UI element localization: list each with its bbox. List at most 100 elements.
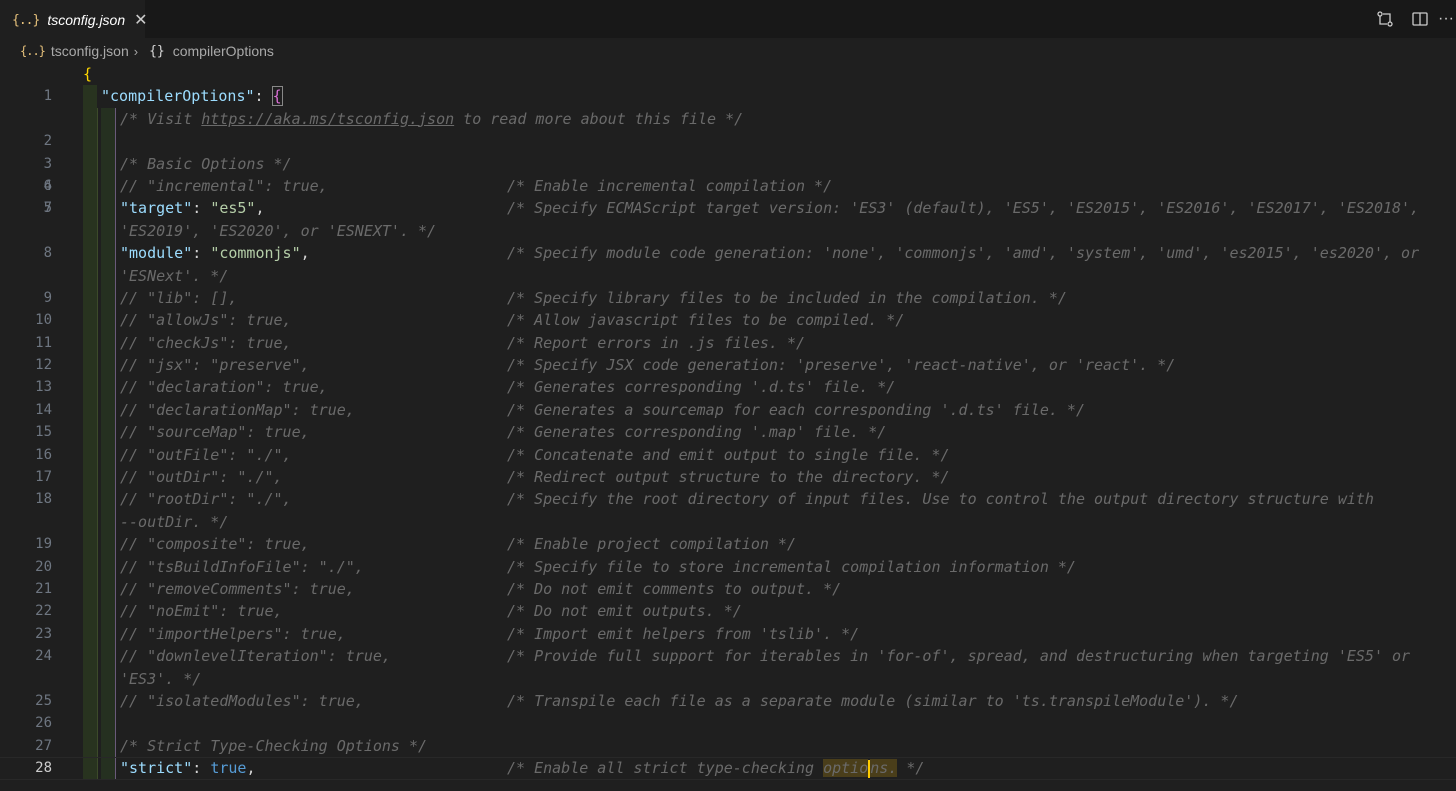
- code-line: 'ESNext'. */: [0, 264, 1456, 287]
- code-line: 14 // "declarationMap": true, /* Generates…: [0, 398, 1456, 422]
- wrapped-comment: 'ES2019', 'ES2020', or 'ESNEXT'. */: [120, 221, 437, 240]
- option-comment: /* Specify library files to be included …: [507, 288, 1067, 307]
- code-line: 28 "strict": true, /* Enable all strict ty…: [0, 757, 1456, 780]
- line-number: 12: [35, 357, 52, 374]
- more-actions-icon[interactable]: ···: [1436, 8, 1456, 30]
- option-code: "strict": true,: [120, 759, 256, 778]
- object-symbol-icon: {}: [149, 43, 165, 59]
- option-code: // "outDir": "./",: [120, 468, 283, 487]
- compiler-options-key: "compilerOptions": [101, 87, 255, 106]
- wrapped-comment: --outDir. */: [120, 512, 229, 531]
- option-comment: /* Enable all strict type-checking optio…: [507, 759, 925, 778]
- option-code: // "declarationMap": true,: [120, 400, 355, 419]
- code-line: 'ES2019', 'ES2020', or 'ESNEXT'. */: [0, 219, 1456, 243]
- line-number: 23: [35, 625, 52, 642]
- chevron-right-icon: ›: [133, 43, 139, 59]
- comment-text: /* Strict Type-Checking Options */: [120, 736, 428, 755]
- option-code: // "downlevelIteration": true,: [120, 647, 391, 666]
- option-code: // "tsBuildInfoFile": "./",: [120, 557, 364, 576]
- option-comment: /* Generates a sourcemap for each corres…: [507, 400, 1085, 419]
- code-line: --outDir. */: [0, 510, 1456, 534]
- option-comment: /* Enable incremental compilation */: [507, 176, 833, 195]
- option-comment: /* Specify file to store incremental com…: [507, 557, 1076, 576]
- code-line: 'ES3'. */: [0, 667, 1456, 690]
- line-number: 24: [35, 648, 52, 665]
- option-comment: /* Do not emit comments to output. */: [507, 579, 842, 598]
- option-code: // "composite": true,: [120, 535, 310, 554]
- code-line: 19 // "composite": true, /* Enable project…: [0, 533, 1456, 556]
- option-comment: /* Generates corresponding '.d.ts' file.…: [507, 378, 896, 397]
- option-code: "target": "es5",: [120, 199, 265, 218]
- line-number: 14: [35, 401, 52, 418]
- code-line: 21 // "removeComments": true, /* Do not em…: [0, 577, 1456, 601]
- code-line: 9 // "lib": [], /* Specify library files t…: [0, 286, 1456, 310]
- code-line: 12 // "jsx": "preserve", /* Specify JSX co…: [0, 354, 1456, 377]
- line-number: 25: [35, 692, 52, 709]
- option-code: // "sourceMap": true,: [120, 423, 310, 442]
- line-number: 18: [35, 491, 52, 508]
- option-code: // "noEmit": true,: [120, 602, 283, 621]
- tab-tsconfig[interactable]: {..} tsconfig.json ✕: [0, 0, 148, 39]
- code-line: 2 "compilerOptions": {: [43, 85, 283, 150]
- line-number: 20: [35, 558, 52, 575]
- code-line: 18 // "rootDir": "./", /* Specify the root…: [0, 488, 1456, 511]
- code-line: 16 // "outFile": "./", /* Concatenate and …: [0, 443, 1456, 467]
- code-line: 15 // "sourceMap": true, /* Generates corr…: [0, 421, 1456, 444]
- git-compare-icon[interactable]: [1374, 8, 1396, 30]
- line-number: 11: [35, 334, 52, 351]
- option-code: // "allowJs": true,: [120, 311, 292, 330]
- code-editor[interactable]: 1 { 2 "compilerOptions": { 3 /* Visit ht…: [0, 63, 1456, 791]
- split-editor-icon[interactable]: [1409, 8, 1431, 30]
- code-line: 24 // "downlevelIteration": true, /* Provi…: [0, 645, 1456, 668]
- line-number: 28: [35, 760, 52, 777]
- breadcrumb-symbol[interactable]: compilerOptions: [173, 43, 274, 59]
- line-number: 21: [35, 580, 52, 597]
- line-number: 13: [35, 379, 52, 396]
- code-line: 10 // "allowJs": true, /* Allow javascript…: [0, 309, 1456, 332]
- wrapped-comment: 'ESNext'. */: [120, 266, 229, 285]
- option-code: // "isolatedModules": true,: [120, 691, 364, 710]
- option-code: // "incremental": true,: [120, 176, 328, 195]
- line-number: 19: [35, 536, 52, 553]
- option-code: // "rootDir": "./",: [120, 490, 292, 509]
- code-line: 6 // "incremental": true, /* Enable increm…: [0, 174, 1456, 198]
- code-line: 17 // "outDir": "./", /* Redirect output s…: [0, 466, 1456, 489]
- line-number: 6: [43, 177, 52, 194]
- code-line: 8 "module": "commonjs", /* Specify module …: [0, 242, 1456, 265]
- option-comment: /* Specify JSX code generation: 'preserv…: [507, 356, 1176, 375]
- option-code: // "importHelpers": true,: [120, 624, 346, 643]
- code-line: 4: [0, 130, 1456, 194]
- line-number: 9: [43, 289, 52, 306]
- code-line: 1 {: [43, 65, 93, 105]
- option-comment: /* Transpile each file as a separate mod…: [507, 691, 1239, 710]
- option-comment: /* Concatenate and emit output to single…: [507, 445, 950, 464]
- option-comment: /* Specify ECMAScript target version: 'E…: [507, 199, 1420, 218]
- option-code: "module": "commonjs",: [120, 244, 310, 263]
- code-line: 3 /* Visit https://aka.ms/tsconfig.json …: [43, 107, 744, 172]
- line-number: 27: [35, 737, 52, 754]
- option-comment: /* Specify module code generation: 'none…: [507, 244, 1420, 263]
- line-number: 10: [35, 312, 52, 329]
- line-number: 8: [43, 245, 52, 262]
- tsconfig-link[interactable]: https://aka.ms/tsconfig.json: [201, 110, 454, 128]
- option-comment: /* Specify the root directory of input f…: [507, 490, 1374, 509]
- close-icon[interactable]: ✕: [134, 10, 147, 30]
- breadcrumb: {..} tsconfig.json › {} compilerOptions: [0, 38, 1456, 64]
- option-comment: /* Generates corresponding '.map' file. …: [507, 423, 887, 442]
- code-line: 7 "target": "es5", /* Specify ECMAScript t…: [0, 197, 1456, 220]
- code-line: 23 // "importHelpers": true, /* Import emi…: [0, 622, 1456, 646]
- wrapped-comment: 'ES3'. */: [120, 669, 202, 688]
- breadcrumb-file[interactable]: tsconfig.json: [51, 43, 129, 59]
- tab-title: tsconfig.json: [47, 12, 126, 28]
- option-comment: /* Import emit helpers from 'tslib'. */: [507, 624, 860, 643]
- line-number: 17: [35, 469, 52, 486]
- option-comment: /* Do not emit outputs. */: [507, 602, 742, 621]
- code-line: 27 /* Strict Type-Checking Options */: [0, 734, 1456, 758]
- option-code: // "jsx": "preserve",: [120, 356, 310, 375]
- code-line: 22 // "noEmit": true, /* Do not emit outpu…: [0, 600, 1456, 623]
- option-code: // "declaration": true,: [120, 378, 328, 397]
- line-number: 16: [35, 446, 52, 463]
- json-file-icon: {..}: [12, 12, 40, 28]
- option-code: // "lib": [],: [120, 288, 238, 307]
- option-comment: /* Provide full support for iterables in…: [507, 647, 1411, 666]
